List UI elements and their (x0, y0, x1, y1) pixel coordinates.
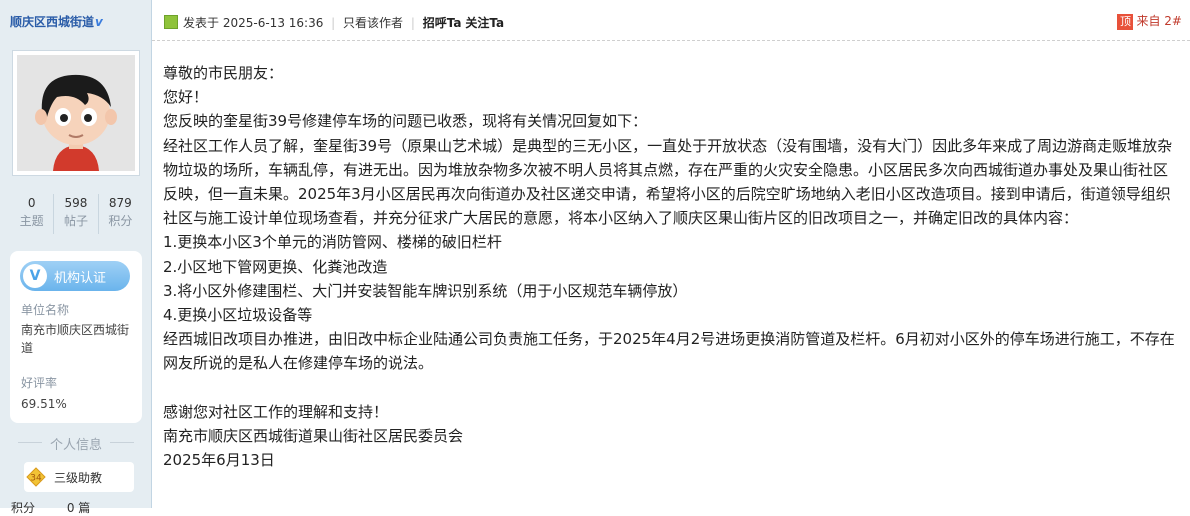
certification-card: V 机构认证 单位名称 南充市顺庆区西城街道 好评率 69.51% (10, 251, 142, 423)
username-link[interactable]: 顺庆区西城街道v (10, 13, 103, 30)
post-content: 尊敬的市民朋友： 您好！ 您反映的奎星街39号修建停车场的问题已收悉，现将有关情… (163, 61, 1178, 472)
date-line: 2025年6月13日 (163, 451, 275, 470)
cartoon-avatar-icon (17, 55, 135, 171)
certification-badge[interactable]: V 机构认证 (20, 261, 130, 291)
user-sidebar: 顺庆区西城街道v 0 主题 598 帖子 879 积分 V 机构认证 单位名称 … (0, 0, 152, 515)
rating-value: 69.51% (21, 397, 67, 411)
username-text[interactable]: 顺庆区西城街道 (10, 15, 94, 29)
avatar[interactable] (12, 50, 140, 176)
list-item: 2.小区地下管网更换、化粪池改造 (163, 257, 388, 276)
hello-line: 您好！ (163, 88, 209, 107)
posted-time: 2025-6-13 16:36 (222, 16, 324, 30)
stat-points[interactable]: 879 积分 (99, 194, 142, 234)
greeting-line: 尊敬的市民朋友： (163, 64, 284, 82)
stat-value: 598 (64, 196, 88, 210)
divider (110, 442, 134, 443)
header-divider (152, 40, 1190, 41)
verified-icon: v (95, 15, 103, 29)
posted-prefix: 发表于 (183, 16, 220, 30)
stat-posts[interactable]: 598 帖子 (54, 194, 99, 234)
intro-paragraph: 您反映的奎星街39号修建停车场的问题已收悉，现将有关情况回复如下： (163, 112, 648, 131)
stat-value: 0 (27, 196, 36, 210)
rank-title: 三级助教 (54, 471, 103, 485)
user-stats: 0 主题 598 帖子 879 积分 (10, 194, 142, 234)
rank-medal-icon: 34 (26, 467, 46, 487)
top-icon[interactable]: 顶 (1117, 13, 1134, 30)
extra-stat-label: 积分 (11, 501, 36, 515)
rating-label: 好评率 (21, 376, 58, 390)
verified-v-icon: V (23, 264, 47, 288)
greet-link[interactable]: 招呼Ta (423, 16, 462, 30)
separator: | (331, 16, 336, 30)
extra-stat-value: 0 篇 (66, 501, 91, 515)
divider (18, 442, 42, 443)
stat-label: 帖子 (63, 214, 88, 228)
only-author-link[interactable]: 只看该作者 (343, 16, 403, 30)
rank-level: 34 (30, 474, 42, 484)
list-item: 4.更换小区垃圾设备等 (163, 306, 313, 325)
personal-info-title: 个人信息 (10, 434, 142, 453)
avatar-image[interactable] (17, 55, 135, 171)
stat-label: 积分 (108, 214, 133, 228)
signature-line: 南充市顺庆区西城街道果山街社区居民委员会 (163, 427, 464, 446)
thanks-line: 感谢您对社区工作的理解和支持！ (163, 402, 389, 421)
certification-label: 机构认证 (54, 271, 107, 286)
post-meta: 发表于 2025-6-13 16:36 | 只看该作者 | 招呼Ta 关注Ta (183, 14, 504, 31)
user-rank[interactable]: 34 三级助教 (24, 462, 134, 492)
floor-link[interactable]: 来自 2# (1136, 14, 1182, 28)
follow-link[interactable]: 关注Ta (465, 16, 504, 30)
list-item: 3.将小区外修建围栏、大门并安装智能车牌识别系统（用于小区规范车辆停放） (163, 281, 688, 300)
stat-label: 主题 (19, 214, 44, 228)
separator: | (410, 16, 415, 30)
post-header: 发表于 2025-6-13 16:36 | 只看该作者 | 招呼Ta 关注Ta … (152, 0, 1190, 40)
stat-threads[interactable]: 0 主题 (10, 194, 55, 234)
online-status-icon (164, 15, 178, 29)
unit-name-value: 南充市顺庆区西城街道 (21, 323, 130, 355)
stat-value: 879 (108, 196, 132, 210)
unit-name-label: 单位名称 (21, 303, 70, 317)
section-title-text: 个人信息 (49, 438, 102, 453)
list-item: 1.更换本小区3个单元的消防管网、楼梯的破旧栏杆 (163, 233, 502, 252)
post-floor-info: 顶来自 2# (1117, 12, 1182, 30)
progress-paragraph: 经西城旧改项目办推进，由旧改中标企业陆通公司负责施工任务，于2025年4月2号进… (163, 330, 1175, 373)
detail-paragraph: 经社区工作人员了解，奎星街39号（原果山艺术城）是典型的三无小区，一直处于开放状… (163, 136, 1173, 228)
